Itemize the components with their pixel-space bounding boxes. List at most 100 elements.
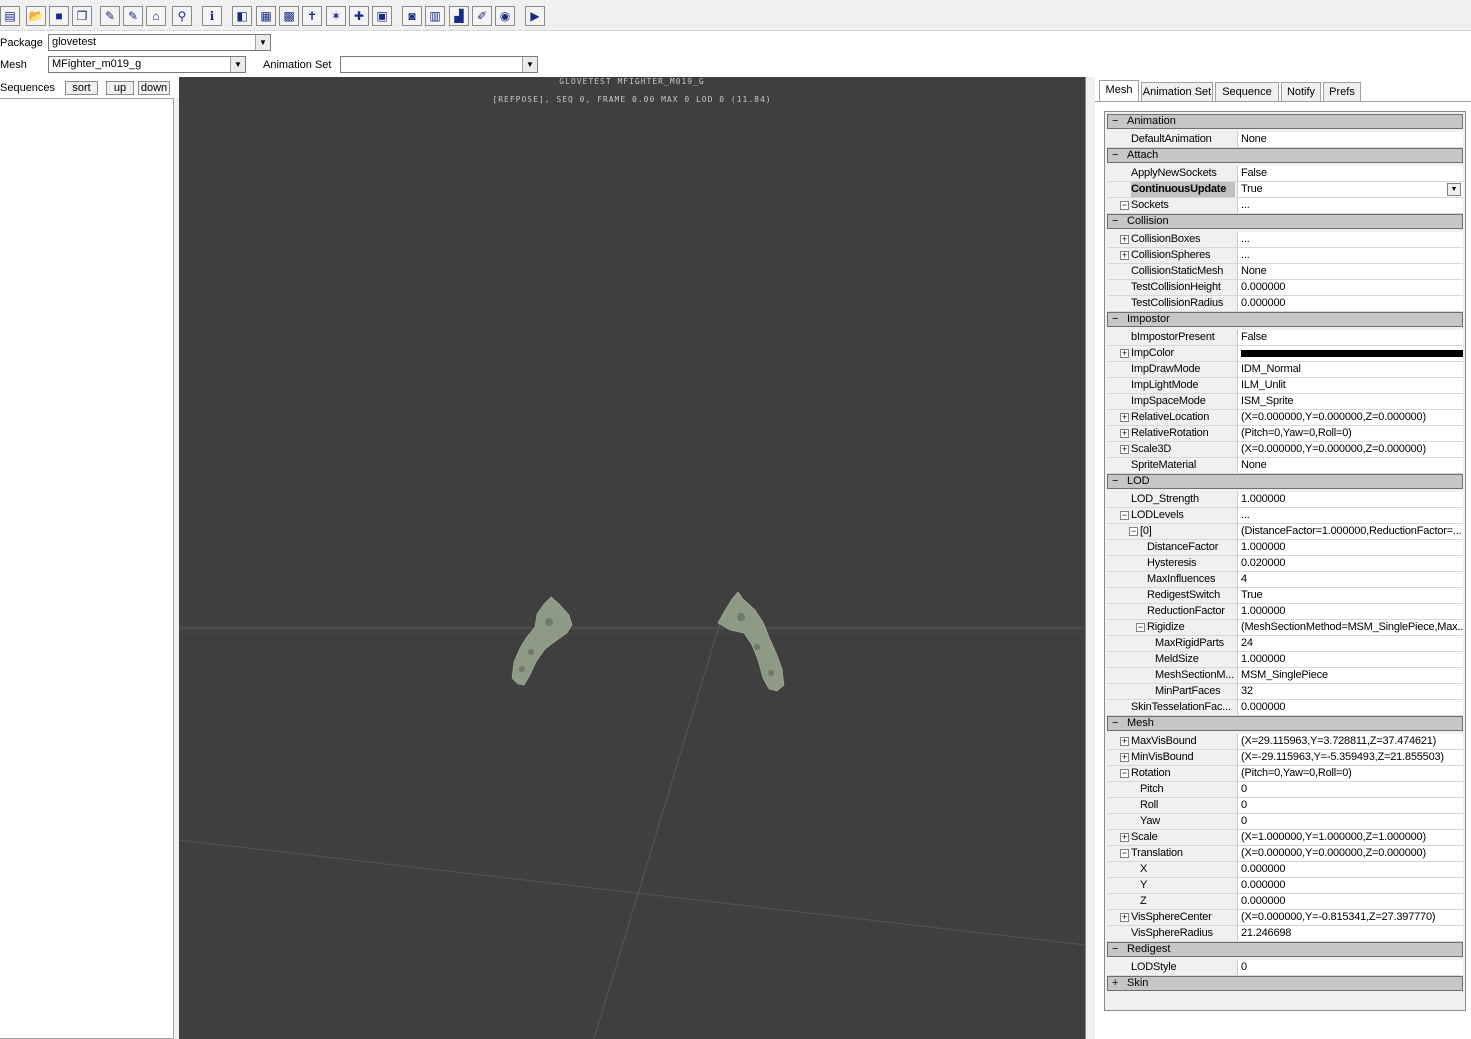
- property-value[interactable]: (X=-29.115963,Y=-5.359493,Z=21.855503): [1237, 750, 1463, 765]
- property-value[interactable]: 32: [1237, 684, 1463, 699]
- tab-animation-set[interactable]: Animation Set: [1141, 82, 1213, 102]
- category-redigest[interactable]: − Redigest: [1107, 942, 1463, 957]
- expand-icon[interactable]: +: [1120, 413, 1129, 422]
- sort-button[interactable]: sort: [65, 81, 98, 95]
- property-value[interactable]: ...: [1237, 232, 1463, 247]
- property-row-yaw[interactable]: Yaw 0: [1107, 814, 1463, 830]
- property-value[interactable]: 4: [1237, 572, 1463, 587]
- property-value[interactable]: None: [1237, 264, 1463, 279]
- property-value[interactable]: None: [1237, 458, 1463, 473]
- mesh-combo[interactable]: MFighter_m019_g ▼: [48, 56, 246, 73]
- category-impostor[interactable]: − Impostor: [1107, 312, 1463, 327]
- collapse-icon[interactable]: −: [1112, 313, 1118, 326]
- expand-icon[interactable]: +: [1120, 753, 1129, 762]
- property-row-testcollisionheight[interactable]: TestCollisionHeight 0.000000: [1107, 280, 1463, 296]
- property-value[interactable]: (Pitch=0,Yaw=0,Roll=0): [1237, 426, 1463, 441]
- property-row-minpartfaces[interactable]: MinPartFaces 32: [1107, 684, 1463, 700]
- record-button[interactable]: ◉: [495, 6, 515, 26]
- property-value[interactable]: 0.000000: [1237, 280, 1463, 295]
- tab-sequence[interactable]: Sequence: [1215, 82, 1279, 102]
- property-row-meshsectionm[interactable]: MeshSectionM... MSM_SinglePiece: [1107, 668, 1463, 684]
- property-value[interactable]: IDM_Normal: [1237, 362, 1463, 377]
- property-row-y[interactable]: Y 0.000000: [1107, 878, 1463, 894]
- property-grid[interactable]: − Animation DefaultAnimation None − Attach App…: [1104, 111, 1466, 1011]
- collapse-icon[interactable]: −: [1112, 943, 1118, 956]
- collapse-icon[interactable]: −: [1112, 215, 1118, 228]
- expand-icon[interactable]: +: [1120, 349, 1129, 358]
- property-row-minvisbound[interactable]: + MinVisBound (X=-29.115963,Y=-5.359493,Z=…: [1107, 750, 1463, 766]
- property-value[interactable]: (Pitch=0,Yaw=0,Roll=0): [1237, 766, 1463, 781]
- property-value[interactable]: ISM_Sprite: [1237, 394, 1463, 409]
- property-row-lodlevels[interactable]: − LODLevels...: [1107, 508, 1463, 524]
- property-row-lod-strength[interactable]: LOD_Strength 1.000000: [1107, 492, 1463, 508]
- property-row-translation[interactable]: − Translation (X=0.000000,Y=0.000000,Z=0.0…: [1107, 846, 1463, 862]
- property-row-bimpostorpresent[interactable]: bImpostorPresent False: [1107, 330, 1463, 346]
- tab-notify[interactable]: Notify: [1281, 82, 1321, 102]
- property-row-impspacemode[interactable]: ImpSpaceMode ISM_Sprite: [1107, 394, 1463, 410]
- collapse-icon[interactable]: −: [1120, 769, 1129, 778]
- copy-button[interactable]: ❐: [72, 6, 92, 26]
- property-value[interactable]: 0: [1237, 814, 1463, 829]
- chevron-down-icon[interactable]: ▼: [255, 35, 270, 50]
- category-collision[interactable]: − Collision: [1107, 214, 1463, 229]
- property-row-relativelocation[interactable]: + RelativeLocation (X=0.000000,Y=0.000000,…: [1107, 410, 1463, 426]
- property-row-rigidize[interactable]: − Rigidize (MeshSectionMethod=MSM_SinglePi…: [1107, 620, 1463, 636]
- collapse-icon[interactable]: −: [1120, 511, 1129, 520]
- property-row-visspherecenter[interactable]: + VisSphereCenter (X=0.000000,Y=-0.815341,…: [1107, 910, 1463, 926]
- save-button[interactable]: ■: [49, 6, 69, 26]
- collapse-icon[interactable]: −: [1136, 623, 1145, 632]
- property-value[interactable]: (DistanceFactor=1.000000,ReductionFactor…: [1237, 524, 1463, 539]
- sequence-list[interactable]: [0, 98, 174, 1039]
- property-row-maxrigidparts[interactable]: MaxRigidParts 24: [1107, 636, 1463, 652]
- category-skin[interactable]: + Skin: [1107, 976, 1463, 991]
- collapse-icon[interactable]: −: [1120, 849, 1129, 858]
- property-row-applynewsockets[interactable]: ApplyNewSockets False: [1107, 166, 1463, 182]
- category-lod[interactable]: − LOD: [1107, 474, 1463, 489]
- animset-combo[interactable]: ▼: [340, 56, 538, 73]
- expand-icon[interactable]: +: [1120, 913, 1129, 922]
- edit-anim-button[interactable]: ✎: [123, 6, 143, 26]
- property-row-relativerotation[interactable]: + RelativeRotation (Pitch=0,Yaw=0,Roll=0): [1107, 426, 1463, 442]
- open-folder-button[interactable]: 📂: [26, 6, 46, 26]
- edit-props-button[interactable]: ✎: [100, 6, 120, 26]
- property-row-x[interactable]: X 0.000000: [1107, 862, 1463, 878]
- bounds-button[interactable]: ▣: [372, 6, 392, 26]
- expand-icon[interactable]: +: [1120, 429, 1129, 438]
- property-row-vissphereradius[interactable]: VisSphereRadius 21.246698: [1107, 926, 1463, 942]
- package-combo[interactable]: glovetest ▼: [48, 34, 271, 51]
- property-value[interactable]: 1.000000: [1237, 652, 1463, 667]
- property-row-redigestswitch[interactable]: RedigestSwitch True: [1107, 588, 1463, 604]
- property-row-defaultanimation[interactable]: DefaultAnimation None: [1107, 132, 1463, 148]
- property-value[interactable]: 0.020000: [1237, 556, 1463, 571]
- import-button[interactable]: ▤: [0, 6, 20, 26]
- property-value[interactable]: ...: [1237, 198, 1463, 213]
- property-row-continuousupdate[interactable]: ContinuousUpdate True ▼: [1107, 182, 1463, 198]
- property-value[interactable]: 0.000000: [1237, 700, 1463, 715]
- expand-icon[interactable]: +: [1120, 445, 1129, 454]
- expand-icon[interactable]: +: [1120, 737, 1129, 746]
- link-button[interactable]: ⚲: [172, 6, 192, 26]
- property-value[interactable]: 0: [1237, 782, 1463, 797]
- property-value[interactable]: 0.000000: [1237, 296, 1463, 311]
- lod-edit-button[interactable]: ✐: [472, 6, 492, 26]
- property-row-collisionstaticmesh[interactable]: CollisionStaticMesh None: [1107, 264, 1463, 280]
- up-button[interactable]: up: [106, 81, 134, 95]
- collapse-icon[interactable]: −: [1112, 717, 1118, 730]
- property-row-maxvisbound[interactable]: + MaxVisBound (X=29.115963,Y=3.728811,Z=37…: [1107, 734, 1463, 750]
- property-value[interactable]: (X=0.000000,Y=0.000000,Z=0.000000): [1237, 442, 1463, 457]
- property-row-skintesselationfac[interactable]: SkinTesselationFac... 0.000000: [1107, 700, 1463, 716]
- play-button[interactable]: ▶: [525, 6, 545, 26]
- property-row-rotation[interactable]: − Rotation (Pitch=0,Yaw=0,Roll=0): [1107, 766, 1463, 782]
- property-value[interactable]: (X=0.000000,Y=0.000000,Z=0.000000): [1237, 410, 1463, 425]
- category-mesh[interactable]: − Mesh: [1107, 716, 1463, 731]
- property-row-0[interactable]: − [0] (DistanceFactor=1.000000,ReductionFa…: [1107, 524, 1463, 540]
- socket-button[interactable]: ✚: [349, 6, 369, 26]
- property-value[interactable]: (X=0.000000,Y=0.000000,Z=0.000000): [1237, 846, 1463, 861]
- property-value[interactable]: 0: [1237, 960, 1463, 975]
- property-value[interactable]: ...: [1237, 248, 1463, 263]
- right-splitter[interactable]: [1085, 77, 1095, 1039]
- viewport-3d[interactable]: GLOVETEST MFIGHTER_M019_G [REFPOSE], SEQ…: [179, 77, 1085, 1039]
- expand-icon[interactable]: +: [1120, 251, 1129, 260]
- down-button[interactable]: down: [138, 81, 170, 95]
- property-value[interactable]: 24: [1237, 636, 1463, 651]
